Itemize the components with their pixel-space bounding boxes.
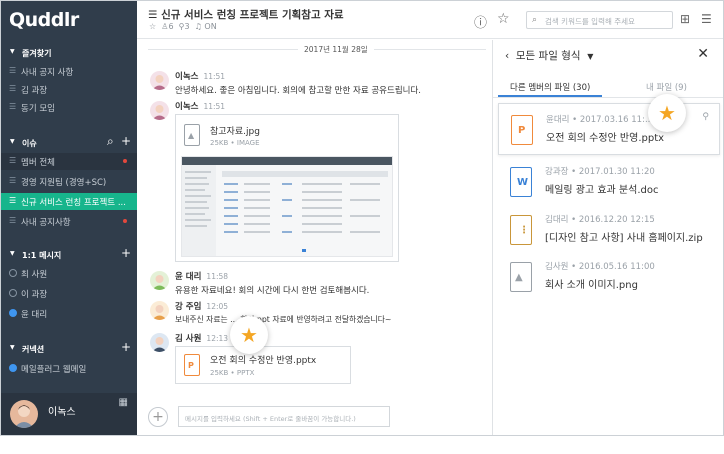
presence-icon [9, 289, 17, 297]
gift-icon[interactable]: ⊞ [680, 12, 690, 26]
tab-my-files[interactable]: 내 파일 (9) [646, 81, 687, 93]
search-input[interactable]: ⌕ 검색 키워드를 입력해 주세요 [526, 11, 673, 29]
star-icon[interactable]: ☆ [497, 11, 510, 27]
close-icon[interactable]: ✕ [697, 46, 709, 62]
list-icon: ☰ [9, 216, 17, 225]
section-dm[interactable]: ▼ 1:1 메시지 + [1, 246, 137, 263]
section-favorites[interactable]: ▼ 즐겨찾기 [1, 45, 137, 61]
my-profile[interactable]: 이녹스 ▦ [1, 393, 137, 435]
image-attachment[interactable]: ▲ 참고자료.jpg 25KB • IMAGE [175, 114, 399, 262]
add-icon[interactable]: + [121, 246, 131, 260]
collapse-icon: ▼ [10, 48, 15, 55]
avatar[interactable] [150, 71, 169, 90]
bell-icon[interactable]: ♫ [195, 22, 202, 31]
pptx-file-icon: P [184, 354, 200, 376]
collapse-icon: ▼ [10, 344, 15, 351]
list-icon: ☰ [9, 176, 17, 185]
file-item[interactable]: P 윤대리 • 2017.03.16 11:... 오전 회의 수정안 반영.p… [498, 103, 720, 155]
list-icon: ☰ [9, 196, 17, 205]
star-icon[interactable]: ★ [648, 94, 686, 132]
file-attachment[interactable]: P 오전 회의 수정안 반영.pptx 25KB • PPTX [175, 346, 351, 384]
pin-icon[interactable]: ⚲ [702, 112, 709, 122]
sidebar-item-company-notice[interactable]: ☰ 사내 공지사항 [1, 213, 137, 230]
sidebar-item-all-members[interactable]: ☰ 멤버 전체 [1, 153, 137, 170]
info-icon[interactable]: ⓘ [474, 12, 487, 31]
list-icon: ☰ [9, 156, 17, 165]
sidebar-item-new-service[interactable]: ☰ 신규 서비스 런칭 프로젝트 ... [1, 193, 137, 210]
panel-title[interactable]: ‹ 모든 파일 형식 ▼ [505, 48, 593, 63]
apps-grid-icon[interactable]: ▦ [119, 397, 128, 408]
dropdown-icon[interactable]: ▼ [587, 52, 593, 61]
avatar [10, 400, 38, 428]
message-text: 유용한 자료네요! 회의 시간에 다시 한번 검토해봅시다. [175, 286, 370, 296]
page-title: ☰ 신규 서비스 런칭 프로젝트 기획참고 자료 [148, 9, 344, 21]
collapse-icon: ▼ [10, 138, 15, 145]
star-outline-icon[interactable]: ☆ [149, 22, 156, 31]
presence-icon [9, 309, 17, 317]
avatar[interactable] [150, 301, 169, 320]
sidebar-item-choi[interactable]: 최 사원 [1, 265, 137, 282]
file-tabs: 다른 멤버의 파일 (30) 내 파일 (9) [493, 76, 723, 98]
add-icon[interactable]: + [121, 340, 131, 354]
chat-area: 2017년 11월 28일 이녹스 11:51 안녕하세요. 좋은 아침입니다. … [137, 40, 492, 435]
header: ☰ 신규 서비스 런칭 프로젝트 기획참고 자료 ☆ ♙6 ⚲3 ♫ ON ⓘ … [137, 1, 723, 39]
avatar[interactable] [150, 271, 169, 290]
menu-icon[interactable]: ☰ [701, 12, 712, 26]
file-item[interactable]: ▲ 김사원 • 2016.05.16 11:00 회사 소개 이미지.png [498, 251, 720, 303]
presence-icon [9, 269, 17, 277]
attach-button[interactable]: + [148, 407, 168, 427]
star-icon[interactable]: ★ [230, 316, 268, 354]
file-item[interactable]: W 강과장 • 2017.01.30 11:20 메일링 광고 효과 분석.do… [498, 156, 720, 208]
sidebar-item-management[interactable]: ☰ 경영 지원팀 (경영+SC) [1, 173, 137, 190]
tab-others-files[interactable]: 다른 멤버의 파일 (30) [497, 81, 603, 97]
connection-icon [9, 364, 17, 372]
image-icon: ▲ [510, 262, 532, 292]
sidebar-item-lee[interactable]: 이 과장 [1, 285, 137, 302]
list-icon: ☰ [9, 102, 17, 111]
unread-dot [123, 159, 127, 163]
app-logo: Quddlr [9, 9, 79, 31]
sidebar-item-yoon[interactable]: 윤 대리 [1, 305, 137, 322]
message-text: 안녕하세요. 좋은 아침입니다. 회의에 참고할 만한 자료 공유드립니다. [175, 86, 421, 96]
image-file-icon: ▲ [184, 124, 200, 146]
add-icon[interactable]: + [121, 134, 131, 148]
pptx-icon: P [511, 115, 533, 145]
message-input[interactable]: 메시지를 입력하세요 (Shift + Enter로 줄바꿈이 가능합니다.) [178, 406, 390, 427]
date-separator: 2017년 11월 28일 [148, 44, 486, 57]
doc-icon: W [510, 167, 532, 197]
section-issues[interactable]: ▼ 이슈 ⌕ + [1, 134, 137, 151]
message-text: 보내주신 자료는 ... 회의 ppt 자료에 반영하려고 전달하겠습니다~ [175, 315, 392, 324]
search-icon[interactable]: ⌕ [107, 134, 114, 149]
search-icon: ⌕ [532, 15, 538, 25]
composer: + 메시지를 입력하세요 (Shift + Enter로 줄바꿈이 가능합니다.… [148, 404, 486, 430]
collapse-icon: ▼ [10, 250, 15, 257]
sidebar-item-notice[interactable]: ☰ 사내 공지 사항 [1, 63, 137, 80]
avatar[interactable] [150, 333, 169, 352]
section-connect[interactable]: ▼ 커넥션 + [1, 340, 137, 357]
sidebar: Quddlr ▼ 즐겨찾기 ☰ 사내 공지 사항 ☰ 김 과장 ☰ 동기 모임 ▼ 이… [1, 1, 137, 435]
menu-icon[interactable]: ☰ [148, 9, 161, 21]
back-icon[interactable]: ‹ [505, 50, 509, 62]
avatar[interactable] [150, 101, 169, 120]
file-item[interactable]: ⋮ 김대리 • 2016.12.20 12:15 [디자인 참고 사항] 사내 … [498, 204, 720, 256]
unread-dot [123, 219, 127, 223]
list-icon: ☰ [9, 84, 17, 93]
file-panel: ‹ 모든 파일 형식 ▼ ✕ 다른 멤버의 파일 (30) 내 파일 (9) P… [492, 40, 723, 435]
zip-icon: ⋮ [510, 215, 532, 245]
topic-meta: ☆ ♙6 ⚲3 ♫ ON [149, 22, 217, 31]
image-preview[interactable] [181, 156, 393, 257]
sidebar-item-webmail[interactable]: 메일플러그 웹메일 [1, 360, 137, 377]
sidebar-item-peers[interactable]: ☰ 동기 모임 [1, 99, 137, 116]
sidebar-item-kim[interactable]: ☰ 김 과장 [1, 81, 137, 98]
list-icon: ☰ [9, 66, 17, 75]
app-window: Quddlr ▼ 즐겨찾기 ☰ 사내 공지 사항 ☰ 김 과장 ☰ 동기 모임 ▼ 이… [0, 0, 724, 436]
